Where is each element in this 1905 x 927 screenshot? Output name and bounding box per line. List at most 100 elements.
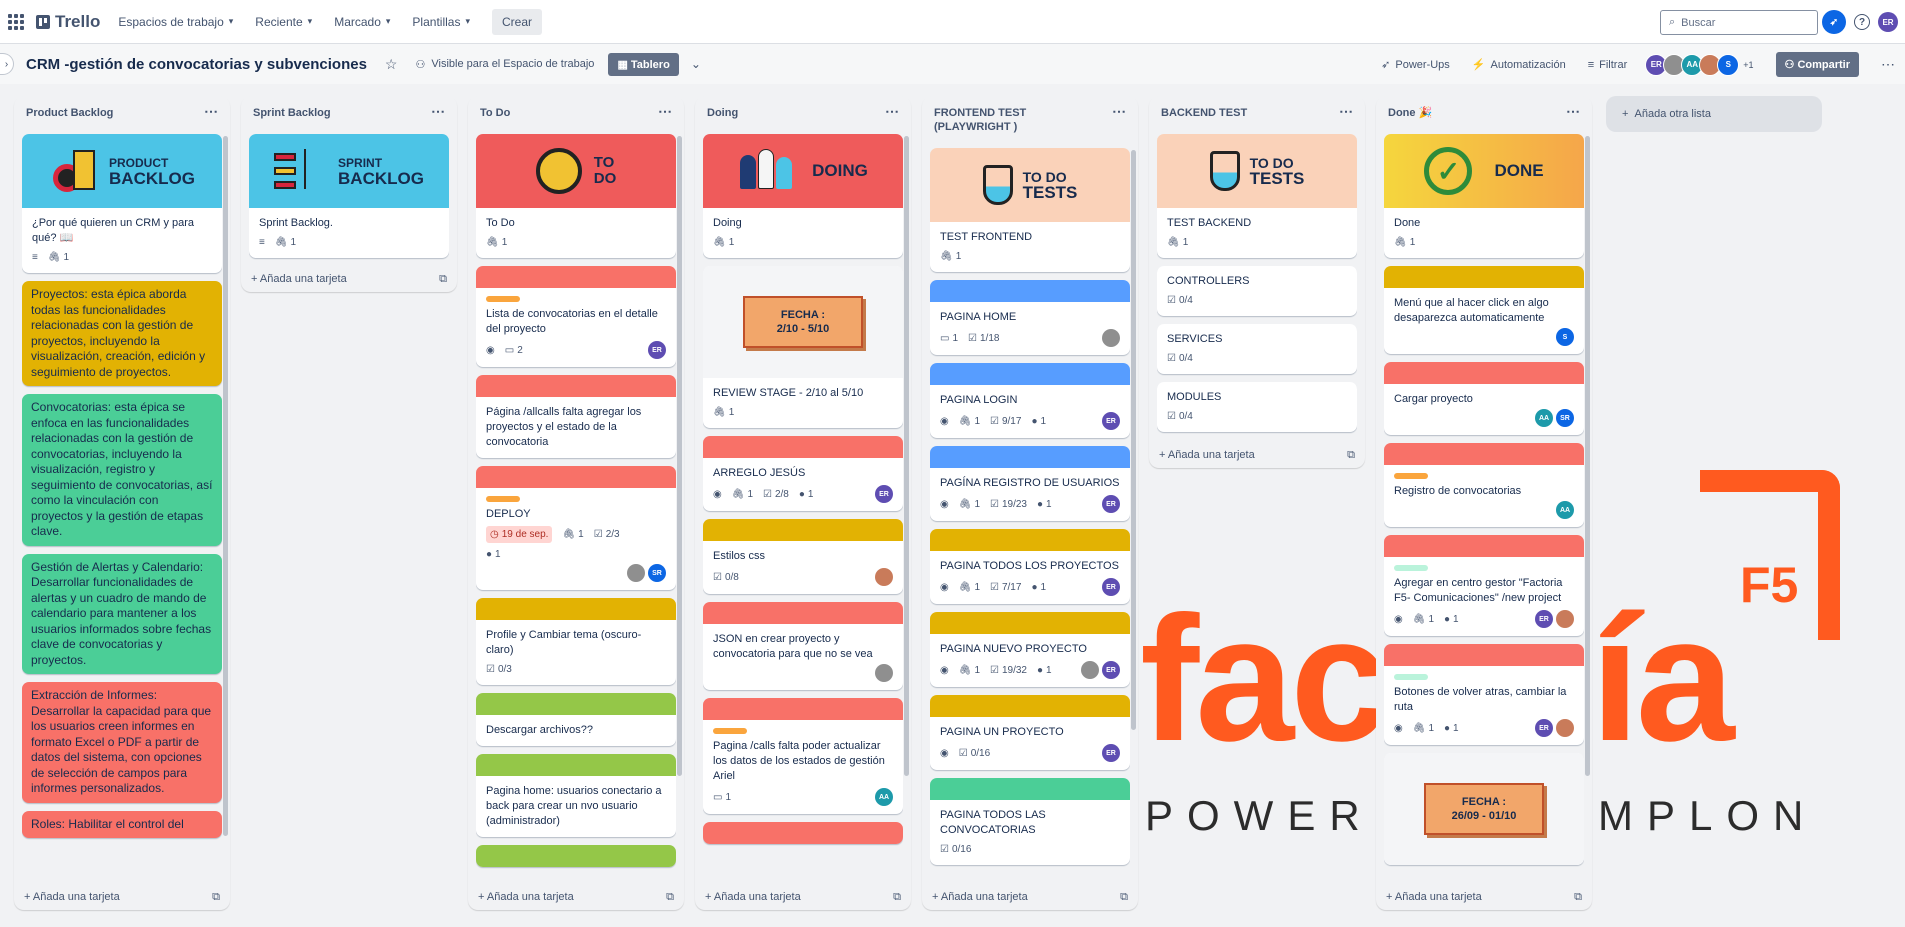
list-menu-icon[interactable]: ⋯ bbox=[1339, 104, 1353, 120]
list-card[interactable]: PAGINA UN PROYECTO ◉ ☑ 0/16 ER bbox=[930, 695, 1130, 770]
list-card[interactable]: PAGINA HOME ▭ 1 ☑ 1/18 bbox=[930, 280, 1130, 355]
list-menu-icon[interactable]: ⋯ bbox=[1566, 104, 1580, 120]
list-scrollbar[interactable] bbox=[904, 136, 909, 776]
list-card[interactable]: Registro de convocatorias AA bbox=[1384, 443, 1584, 527]
add-list-button[interactable]: + Añada otra lista bbox=[1606, 96, 1822, 132]
list-scrollbar[interactable] bbox=[677, 136, 682, 776]
list-card[interactable]: Página /allcalls falta agregar los proye… bbox=[476, 375, 676, 458]
template-icon[interactable]: ⧉ bbox=[666, 891, 674, 904]
list-card[interactable]: Lista de convocatorias en el detalle del… bbox=[476, 266, 676, 367]
list-card[interactable]: TO DO To Do 🖇 1 bbox=[476, 134, 676, 258]
template-icon[interactable]: ⧉ bbox=[212, 891, 220, 904]
create-button[interactable]: Crear bbox=[491, 8, 542, 35]
list-card[interactable]: FECHA :26/09 - 01/10 bbox=[1384, 753, 1584, 865]
board-view-button[interactable]: ▦ Tablero bbox=[608, 52, 679, 76]
list-menu-icon[interactable]: ⋯ bbox=[431, 104, 445, 120]
list-card[interactable]: TO DO TESTS TEST BACKEND 🖇 1 bbox=[1157, 134, 1357, 258]
board-members[interactable]: ER AA S +1 bbox=[1645, 53, 1754, 76]
list-card[interactable]: SPRINT BACKLOG Sprint Backlog. ≡ 🖇 1 bbox=[249, 134, 449, 258]
list-card[interactable]: Agregar en centro gestor "Factoria F5- C… bbox=[1384, 535, 1584, 636]
list-card[interactable]: PAGINA NUEVO PROYECTO ◉ 🖇 1 ☑ 19/32 ● 1 ER bbox=[930, 612, 1130, 687]
visibility-button[interactable]: ⚇ Visible para el Espacio de trabajo bbox=[415, 58, 594, 71]
list-title[interactable]: Product Backlog bbox=[26, 106, 113, 120]
avatar[interactable] bbox=[627, 564, 645, 582]
epic-card[interactable]: Proyectos: esta épica aborda todas las f… bbox=[22, 281, 222, 386]
list-card[interactable]: Cargar proyecto AA SR bbox=[1384, 362, 1584, 435]
powerups-button[interactable]: ➶ Power-Ups bbox=[1381, 58, 1450, 72]
template-icon[interactable]: ⧉ bbox=[1347, 449, 1355, 462]
avatar[interactable]: S bbox=[1556, 328, 1574, 346]
board-title[interactable]: CRM -gestión de convocatorias y subvenci… bbox=[26, 56, 367, 73]
avatar[interactable] bbox=[1081, 661, 1099, 679]
list-card[interactable]: CONTROLLERS ☑ 0/4 bbox=[1157, 266, 1357, 316]
help-icon[interactable]: ? bbox=[1854, 14, 1870, 30]
list-card[interactable]: Pagina home: usuarios conectario a back … bbox=[476, 754, 676, 837]
list-scrollbar[interactable] bbox=[1131, 150, 1136, 730]
app-switcher-icon[interactable] bbox=[8, 13, 24, 30]
template-icon[interactable]: ⧉ bbox=[1574, 891, 1582, 904]
notifications-rocket-icon[interactable]: ➶ bbox=[1822, 10, 1846, 34]
list-card[interactable]: PAGINA TODOS LOS PROYECTOS ◉ 🖇 1 ☑ 7/17 ● 1 ER bbox=[930, 529, 1130, 604]
list-card[interactable]: SERVICES ☑ 0/4 bbox=[1157, 324, 1357, 374]
avatar[interactable] bbox=[875, 664, 893, 682]
epic-card[interactable]: Convocatorias: esta épica se enfoca en l… bbox=[22, 394, 222, 546]
list-menu-icon[interactable]: ⋯ bbox=[885, 104, 899, 120]
list-title[interactable]: Done 🎉 bbox=[1388, 106, 1432, 120]
avatar[interactable]: AA bbox=[1535, 409, 1553, 427]
list-card[interactable]: JSON en crear proyecto y convocatoria pa… bbox=[703, 602, 903, 690]
avatar[interactable]: ER bbox=[1102, 412, 1120, 430]
list-product-backlog[interactable]: Product Backlog ⋯ PRODUCT BACKLOG ¿Por qué… bbox=[14, 96, 230, 910]
add-card-button[interactable]: + Añada una tarjeta ⧉ bbox=[1386, 891, 1582, 904]
list-card[interactable]: Estilos css ☑ 0/8 bbox=[703, 519, 903, 594]
list-scrollbar[interactable] bbox=[1585, 136, 1590, 776]
avatar[interactable]: ER bbox=[1102, 578, 1120, 596]
list-doing[interactable]: Doing ⋯ DOING Doing 🖇 1 FECHA :2/10 - 5/10 bbox=[695, 96, 911, 910]
automation-button[interactable]: ⚡ Automatización bbox=[1472, 58, 1566, 72]
list-card[interactable]: Pagina /calls falta poder actualizar los… bbox=[703, 698, 903, 814]
share-button[interactable]: ⚇ Compartir bbox=[1775, 52, 1859, 77]
list-title[interactable]: FRONTEND TEST (PLAYWRIGHT ) bbox=[934, 106, 1094, 134]
list-card[interactable]: Profile y Cambiar tema (oscuro-claro) ☑ 0… bbox=[476, 598, 676, 685]
avatar[interactable] bbox=[1102, 329, 1120, 347]
list-frontend-test[interactable]: FRONTEND TEST (PLAYWRIGHT ) ⋯ TO DO TESTS … bbox=[922, 96, 1138, 910]
user-avatar[interactable]: ER bbox=[1878, 12, 1898, 32]
list-card[interactable]: ARREGLO JESÚS ◉ 🖇 1 ☑ 2/8 ● 1 ER bbox=[703, 436, 903, 511]
search-input[interactable]: ⌕ Buscar bbox=[1660, 10, 1818, 35]
avatar[interactable]: AA bbox=[875, 788, 893, 806]
list-to-do[interactable]: To Do ⋯ TO DO To Do 🖇 1 Lista de convocator… bbox=[468, 96, 684, 910]
list-title[interactable]: Doing bbox=[707, 106, 738, 120]
list-title[interactable]: To Do bbox=[480, 106, 510, 120]
menu-templates[interactable]: Plantillas ▾ bbox=[412, 15, 470, 29]
list-done[interactable]: Done 🎉 ⋯ ✓ DONE Done 🖇 1 Menú que al hacer… bbox=[1376, 96, 1592, 910]
add-card-button[interactable]: + Añada una tarjeta ⧉ bbox=[932, 891, 1128, 904]
list-backend-test[interactable]: BACKEND TEST ⋯ TO DO TESTS TEST BACKEND 🖇 1… bbox=[1149, 96, 1365, 468]
template-icon[interactable]: ⧉ bbox=[439, 273, 447, 286]
epic-card[interactable]: Gestión de Alertas y Calendario: Desarro… bbox=[22, 553, 222, 674]
avatar[interactable]: ER bbox=[1102, 744, 1120, 762]
list-card[interactable]: FECHA :2/10 - 5/10 REVIEW STAGE - 2/10 a… bbox=[703, 266, 903, 428]
list-card[interactable] bbox=[703, 822, 903, 844]
add-card-button[interactable]: + Añada una tarjeta ⧉ bbox=[705, 891, 901, 904]
add-card-button[interactable]: + Añada una tarjeta ⧉ bbox=[478, 891, 674, 904]
avatar[interactable]: SR bbox=[648, 564, 666, 582]
add-card-button[interactable]: + Añada una tarjeta ⧉ bbox=[24, 891, 220, 904]
list-card[interactable]: ✓ DONE Done 🖇 1 bbox=[1384, 134, 1584, 258]
list-menu-icon[interactable]: ⋯ bbox=[1112, 104, 1126, 134]
menu-workspaces[interactable]: Espacios de trabajo ▾ bbox=[118, 15, 233, 29]
list-card[interactable]: Botones de volver atras, cambiar la ruta… bbox=[1384, 644, 1584, 745]
avatar[interactable]: ER bbox=[1102, 661, 1120, 679]
star-icon[interactable]: ☆ bbox=[385, 56, 398, 73]
list-card[interactable]: PRODUCT BACKLOG ¿Por qué quieren un CRM y… bbox=[22, 134, 222, 273]
list-card[interactable]: Descargar archivos?? bbox=[476, 693, 676, 746]
list-sprint-backlog[interactable]: Sprint Backlog ⋯ SPRINT BACKLOG Sprint Bac… bbox=[241, 96, 457, 292]
avatar[interactable] bbox=[1556, 610, 1574, 628]
list-card[interactable]: PAGÍNA REGISTRO DE USUARIOS ◉ 🖇 1 ☑ 19/23 ● 1 E… bbox=[930, 446, 1130, 521]
avatar[interactable]: SR bbox=[1556, 409, 1574, 427]
list-title[interactable]: BACKEND TEST bbox=[1161, 106, 1247, 120]
list-card[interactable]: PAGINA LOGIN ◉ 🖇 1 ☑ 9/17 ● 1 ER bbox=[930, 363, 1130, 438]
avatar[interactable]: ER bbox=[1535, 719, 1553, 737]
avatar[interactable]: ER bbox=[1102, 495, 1120, 513]
add-card-button[interactable]: + Añada una tarjeta ⧉ bbox=[1159, 449, 1355, 462]
template-icon[interactable]: ⧉ bbox=[893, 891, 901, 904]
list-card[interactable]: MODULES ☑ 0/4 bbox=[1157, 382, 1357, 432]
